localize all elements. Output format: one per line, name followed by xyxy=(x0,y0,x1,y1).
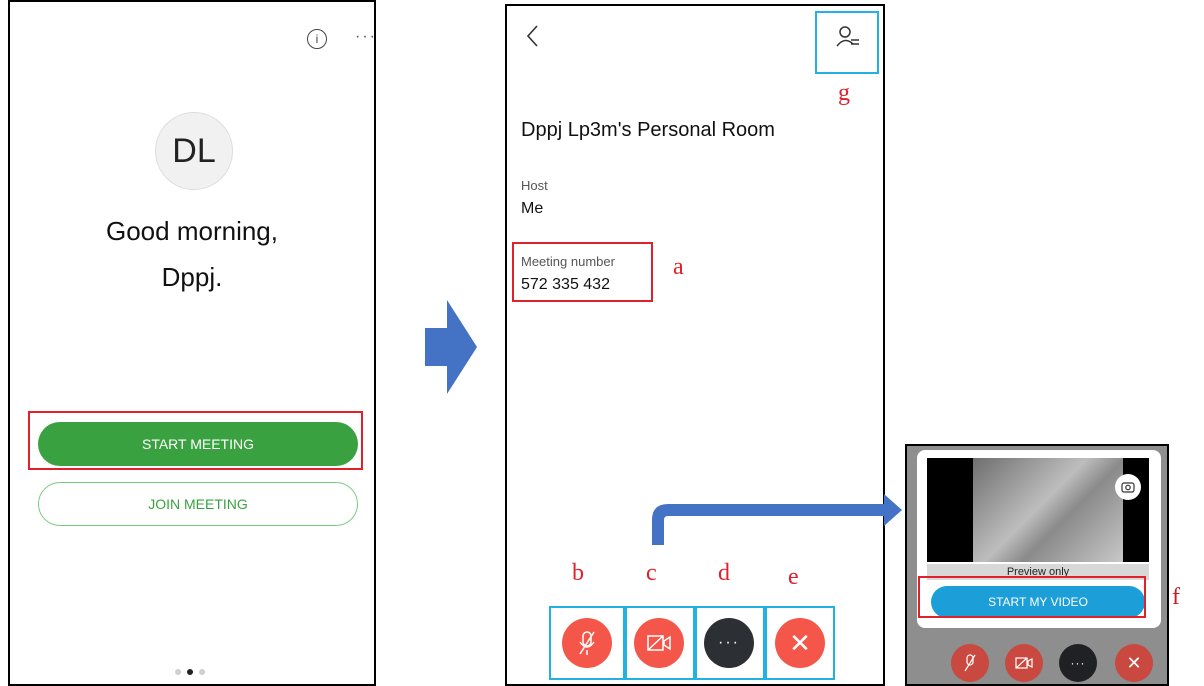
greeting-line2: Dppj. xyxy=(161,262,223,292)
page-indicator xyxy=(172,662,208,680)
video-button[interactable] xyxy=(634,618,684,668)
close-icon: ✕ xyxy=(789,627,811,658)
more-dots-icon[interactable]: ··· xyxy=(355,28,374,46)
more-button[interactable]: ··· xyxy=(704,618,754,668)
annotation-c: c xyxy=(646,560,657,586)
annotation-a: a xyxy=(673,254,684,280)
highlight-meeting-number xyxy=(512,242,653,302)
chevron-left-icon[interactable] xyxy=(525,24,541,48)
page-dot xyxy=(175,669,181,675)
room-title: Dppj Lp3m's Personal Room xyxy=(521,119,775,141)
preview-camera-feed xyxy=(973,458,1123,562)
host-label: Host xyxy=(521,178,548,193)
arrow-right-icon xyxy=(425,300,477,394)
preview-video xyxy=(927,458,1149,562)
avatar: DL xyxy=(155,112,233,190)
more-dots-icon: ··· xyxy=(718,634,740,651)
mic-off-icon xyxy=(964,654,976,672)
page-dot-active xyxy=(187,669,193,675)
home-screen: i ··· DL Good morning, Dppj. START MEETI… xyxy=(8,0,376,686)
annotation-e: e xyxy=(788,564,799,590)
annotation-f: f xyxy=(1172,584,1180,610)
camera-switch-icon[interactable] xyxy=(1115,474,1141,500)
meeting-info-screen: Dppj Lp3m's Personal Room Host Me Meetin… xyxy=(505,4,885,686)
annotation-g: g xyxy=(838,80,850,106)
more-button-small[interactable]: ··· xyxy=(1059,644,1097,682)
host-value: Me xyxy=(521,200,544,217)
video-off-icon xyxy=(647,635,671,651)
close-icon: ✕ xyxy=(1126,652,1142,673)
camera-switch-glyph xyxy=(1121,482,1135,493)
info-icon[interactable]: i xyxy=(307,29,327,49)
annotation-b: b xyxy=(572,560,584,586)
video-button-small[interactable] xyxy=(1005,644,1043,682)
video-preview-screen: Preview only START MY VIDEO ··· ✕ xyxy=(905,444,1169,686)
mute-button[interactable] xyxy=(562,618,612,668)
annotation-d: d xyxy=(718,560,730,586)
mic-off-icon xyxy=(579,631,595,655)
highlight-start-meeting xyxy=(28,411,363,470)
highlight-start-video xyxy=(918,576,1146,618)
page-dot xyxy=(199,669,205,675)
join-meeting-button[interactable]: JOIN MEETING xyxy=(38,482,358,526)
video-off-icon xyxy=(1015,657,1033,669)
leave-button-small[interactable]: ✕ xyxy=(1115,644,1153,682)
greeting-line1: Good morning, xyxy=(106,216,278,246)
mute-button-small[interactable] xyxy=(951,644,989,682)
arrow-connector-icon xyxy=(652,494,902,545)
leave-button[interactable]: ✕ xyxy=(775,618,825,668)
highlight-participants xyxy=(815,11,879,74)
more-dots-icon: ··· xyxy=(1070,656,1086,670)
